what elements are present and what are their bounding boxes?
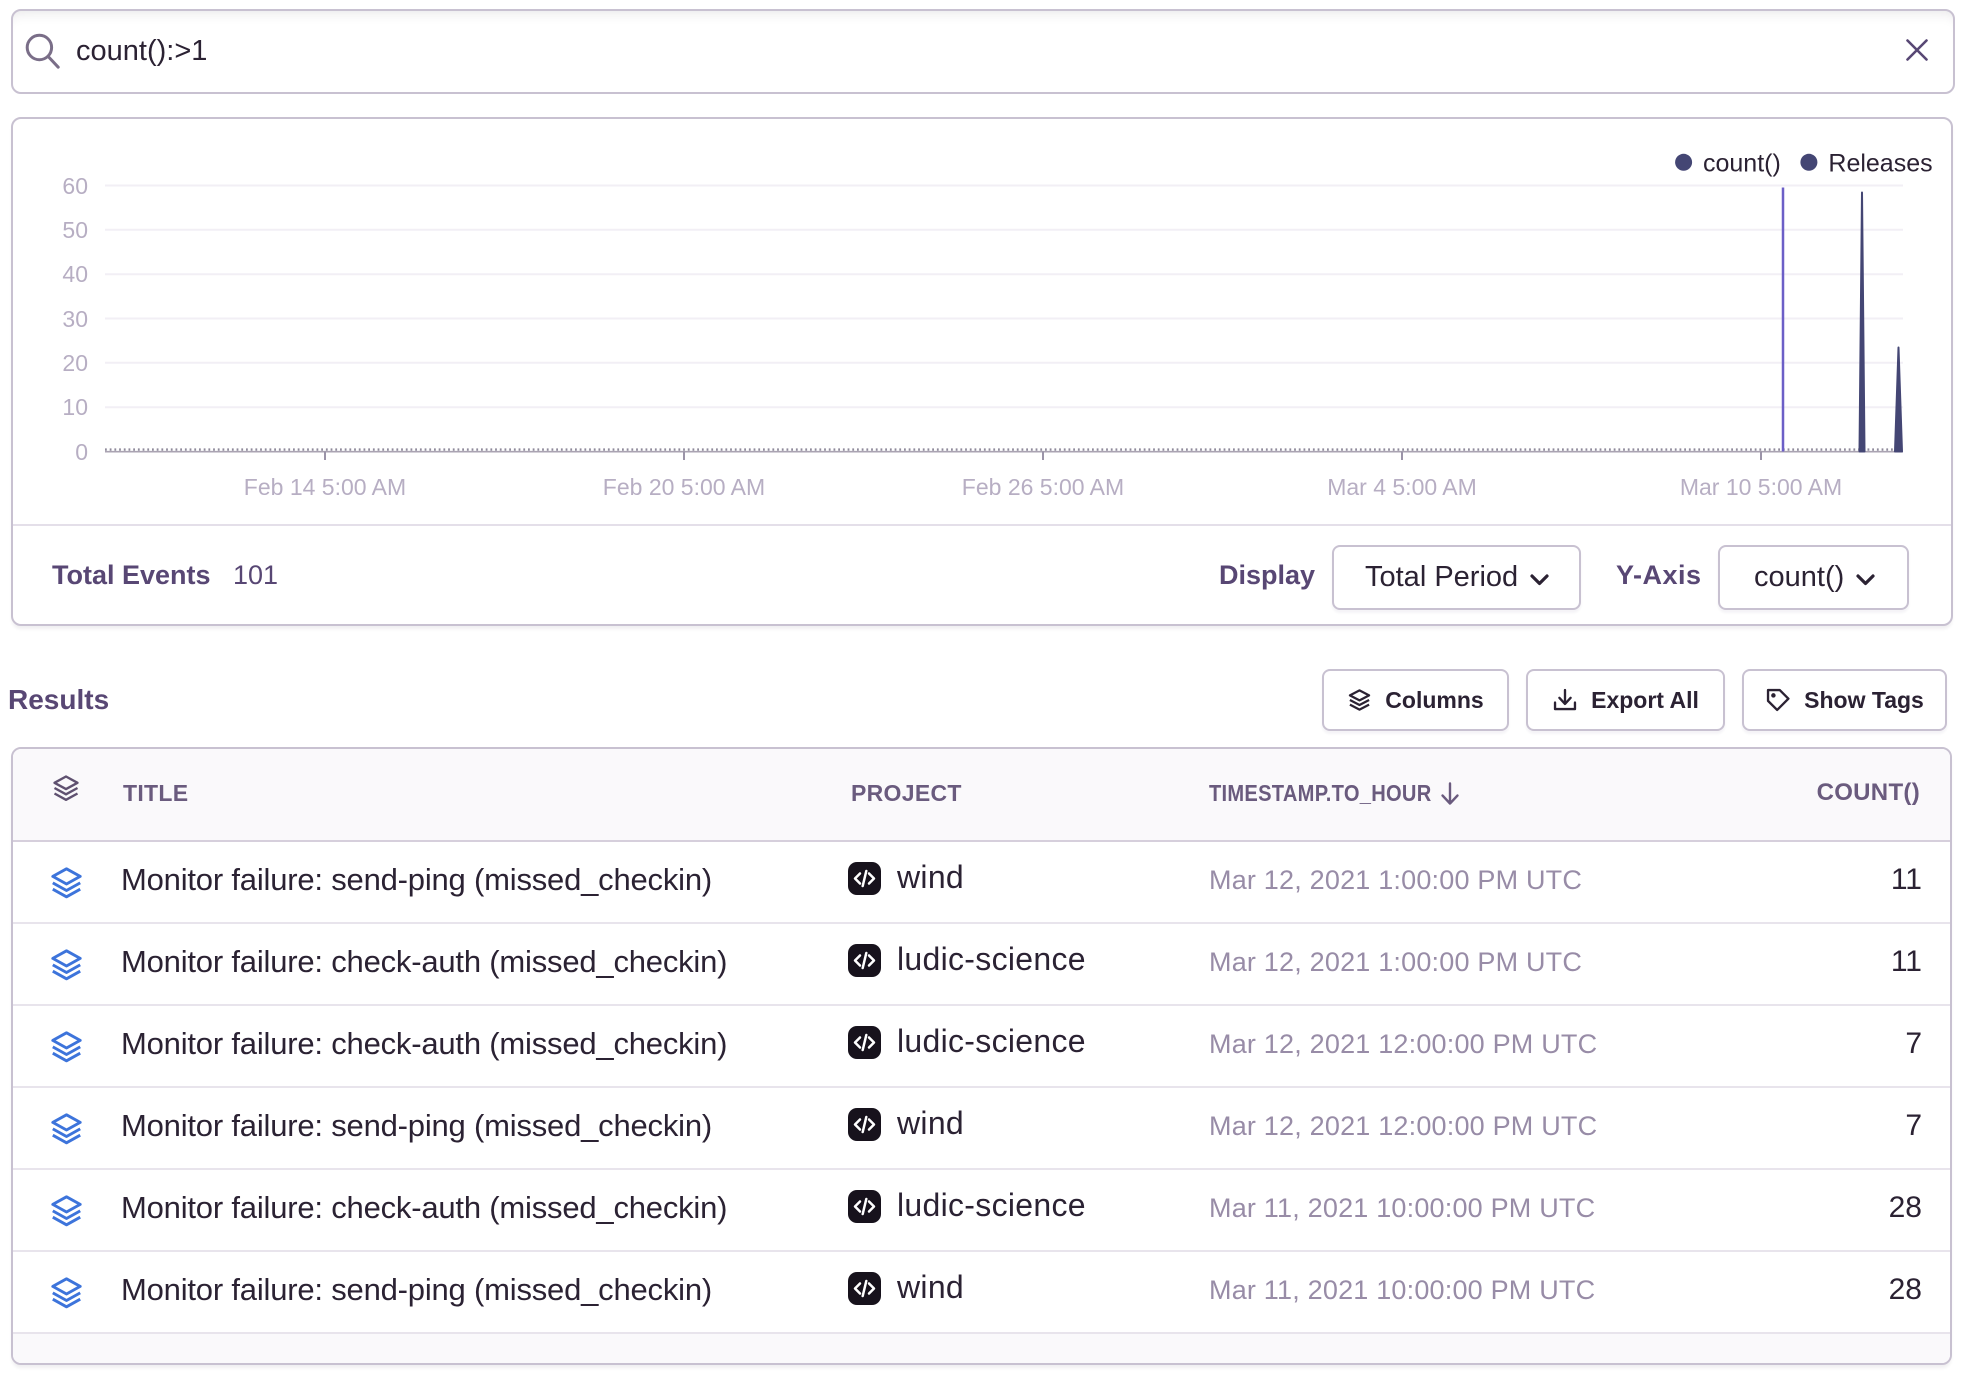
svg-text:40: 40 — [62, 261, 88, 287]
svg-text:20: 20 — [62, 350, 88, 376]
svg-text:10: 10 — [62, 394, 88, 420]
svg-text:Mar 4 5:00 AM: Mar 4 5:00 AM — [1327, 474, 1477, 500]
svg-text:60: 60 — [62, 173, 88, 199]
svg-text:50: 50 — [62, 217, 88, 243]
svg-text:Releases: Releases — [1828, 149, 1932, 177]
svg-text:0: 0 — [75, 439, 88, 465]
svg-text:count(): count() — [1703, 149, 1781, 177]
svg-text:Feb 14 5:00 AM: Feb 14 5:00 AM — [244, 474, 406, 500]
svg-text:30: 30 — [62, 306, 88, 332]
svg-text:Mar 10 5:00 AM: Mar 10 5:00 AM — [1680, 474, 1842, 500]
svg-text:Feb 26 5:00 AM: Feb 26 5:00 AM — [962, 474, 1124, 500]
svg-text:Feb 20 5:00 AM: Feb 20 5:00 AM — [603, 474, 765, 500]
